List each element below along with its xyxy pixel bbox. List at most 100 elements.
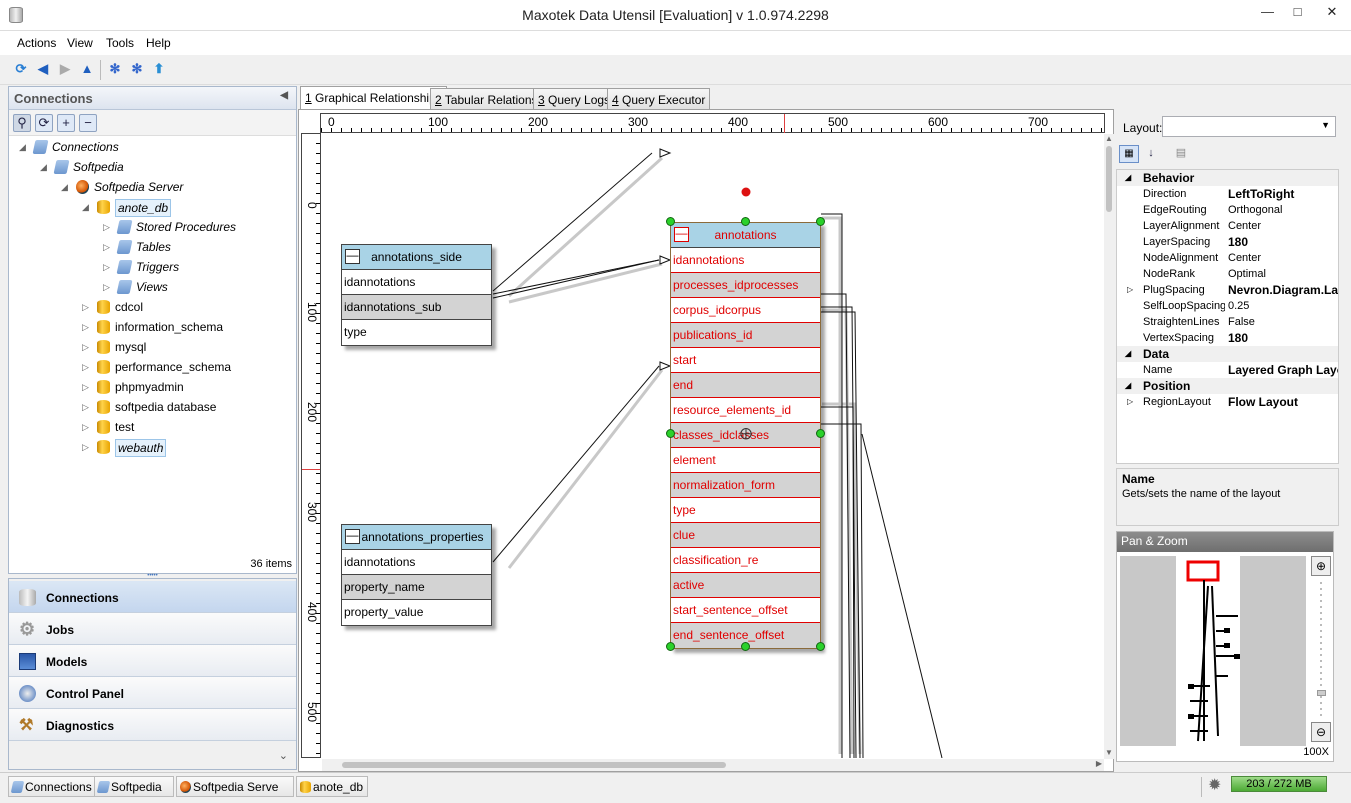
property-category[interactable]: ◢ Behavior [1117,170,1338,186]
entity-field[interactable]: normalization_form [671,473,820,498]
expand-arrow-icon[interactable]: ▷ [1127,394,1133,410]
zoom-out-icon[interactable]: ⊖ [1311,722,1331,742]
tree-item[interactable]: ▷ cdcol [9,297,296,317]
breadcrumb-server[interactable]: Softpedia Serve [176,776,294,797]
entity-field[interactable]: idannotations [342,270,491,295]
nav-jobs[interactable]: ⚙ Jobs [9,613,296,645]
entity-field[interactable]: type [671,498,820,523]
entity-field[interactable]: end [671,373,820,398]
tree-item[interactable]: ▷ Triggers [9,257,296,277]
expand-arrow-icon[interactable]: ▷ [103,257,113,277]
menu-view[interactable]: View [67,36,93,50]
collapse-icon[interactable]: — [345,249,360,264]
tree-item[interactable]: ▷ Views [9,277,296,297]
tab-2[interactable]: 2 Tabular Relations [430,88,543,110]
property-pages-icon[interactable]: ▤ [1171,145,1191,163]
vertical-scrollbar[interactable]: ▲ ▼ [1104,134,1114,759]
property-row[interactable]: NodeRank Optimal [1117,266,1338,282]
property-value[interactable]: Flow Layout [1228,394,1298,410]
property-row[interactable]: Direction LeftToRight [1117,186,1338,202]
gc-spinner-icon[interactable]: ✹ [1208,775,1221,795]
tab-3[interactable]: 3 Query Logs [533,88,616,110]
property-row[interactable]: Name Layered Graph Layo [1117,362,1338,378]
tree-item[interactable]: ◢ anote_db [9,197,296,217]
tree-item[interactable]: ▷ webauth [9,437,296,457]
up-arrow-icon[interactable]: ▲ [77,59,97,79]
expand-arrow-icon[interactable]: ▷ [103,277,113,297]
menu-help[interactable]: Help [146,36,171,50]
expand-arrow-icon[interactable]: ▷ [103,237,113,257]
property-row[interactable]: EdgeRouting Orthogonal [1117,202,1338,218]
nav-diagnostics[interactable]: ⚒ Diagnostics [9,709,296,741]
refresh-icon[interactable]: ⟳ [35,114,53,132]
scroll-up-icon[interactable]: ▲ [1105,134,1113,143]
property-value[interactable]: 180 [1228,330,1248,346]
nav-connections[interactable]: Connections [9,581,296,613]
entity-field[interactable]: idannotations_sub [342,295,491,320]
property-row[interactable]: StraightenLines False [1117,314,1338,330]
selection-handle[interactable] [666,429,675,438]
scroll-right-icon[interactable]: ▶ [1096,759,1102,768]
expand-arrow-icon[interactable]: ▷ [103,217,113,237]
chevron-down-icon[interactable]: ⌄ [279,749,288,762]
tree-item[interactable]: ▷ Tables [9,237,296,257]
entity-field[interactable]: start_sentence_offset [671,598,820,623]
expanded-arrow-icon[interactable]: ◢ [40,157,50,177]
entity-field[interactable]: classification_re [671,548,820,573]
selection-handle[interactable] [816,217,825,226]
splitter-grip[interactable]: ••••• [9,573,296,579]
tree-item[interactable]: ▷ test [9,417,296,437]
upload-icon[interactable]: ⬆ [149,59,169,79]
property-value[interactable]: Layered Graph Layo [1228,362,1338,378]
selection-handle[interactable] [666,642,675,651]
collapse-all-icon[interactable]: − [79,114,97,132]
expand-arrow-icon[interactable]: ▷ [82,437,92,457]
zoom-in-icon[interactable]: ⊕ [1311,556,1331,576]
collapse-icon[interactable]: — [674,227,689,242]
breadcrumb-softpedia[interactable]: Softpedia [94,776,174,797]
collapse-arrow-icon[interactable]: ◢ [1125,346,1131,362]
tree-item[interactable]: ◢ Softpedia Server [9,177,296,197]
selection-handle[interactable] [666,217,675,226]
tree-item[interactable]: ▷ mysql [9,337,296,357]
settings-gear-icon[interactable]: ✻ [127,59,147,79]
expand-arrow-icon[interactable]: ▷ [82,317,92,337]
pan-zoom-preview[interactable] [1120,556,1306,746]
tree-item[interactable]: ◢ Connections [9,137,296,157]
property-value[interactable]: 180 [1228,234,1248,250]
property-row[interactable]: SelfLoopSpacing 0.25 [1117,298,1338,314]
expand-arrow-icon[interactable]: ▷ [1127,282,1133,298]
expand-arrow-icon[interactable]: ▷ [82,397,92,417]
entity-field[interactable]: start [671,348,820,373]
maximize-button[interactable]: □ [1283,0,1312,24]
expand-arrow-icon[interactable]: ▷ [82,417,92,437]
zoom-slider[interactable] [1317,582,1326,717]
selection-handle[interactable] [816,642,825,651]
layout-select[interactable]: ▼ [1162,116,1336,137]
property-row[interactable]: LayerAlignment Center [1117,218,1338,234]
entity-field[interactable]: element [671,448,820,473]
scroll-down-icon[interactable]: ▼ [1105,748,1113,757]
entity-field[interactable]: idannotations [671,248,820,273]
selection-handle[interactable] [741,217,750,226]
nav-control-panel[interactable]: Control Panel [9,677,296,709]
breadcrumb-anote-db[interactable]: anote_db [296,776,369,797]
tree-item[interactable]: ▷ performance_schema [9,357,296,377]
collapse-arrow-icon[interactable]: ◢ [1125,378,1131,394]
property-value[interactable]: Center [1228,218,1261,234]
property-value[interactable]: False [1228,314,1255,330]
property-value[interactable]: Optimal [1228,266,1266,282]
scrollbar-thumb[interactable] [342,762,726,768]
property-row[interactable]: VertexSpacing 180 [1117,330,1338,346]
property-row[interactable]: ▷ RegionLayout Flow Layout [1117,394,1338,410]
tree-item[interactable]: ▷ softpedia database [9,397,296,417]
entity-field[interactable]: type [342,320,491,345]
close-button[interactable]: ✕ [1313,0,1351,24]
tab-1[interactable]: 1 Graphical Relationships [300,86,447,111]
diagram-canvas[interactable]: — annotations_side idannotations idannotat… [322,134,1104,758]
tree-item[interactable]: ▷ information_schema [9,317,296,337]
property-category[interactable]: ◢ Data [1117,346,1338,362]
property-value[interactable]: Orthogonal [1228,202,1282,218]
selection-handle[interactable] [816,429,825,438]
tree-item[interactable]: ▷ Stored Procedures [9,217,296,237]
